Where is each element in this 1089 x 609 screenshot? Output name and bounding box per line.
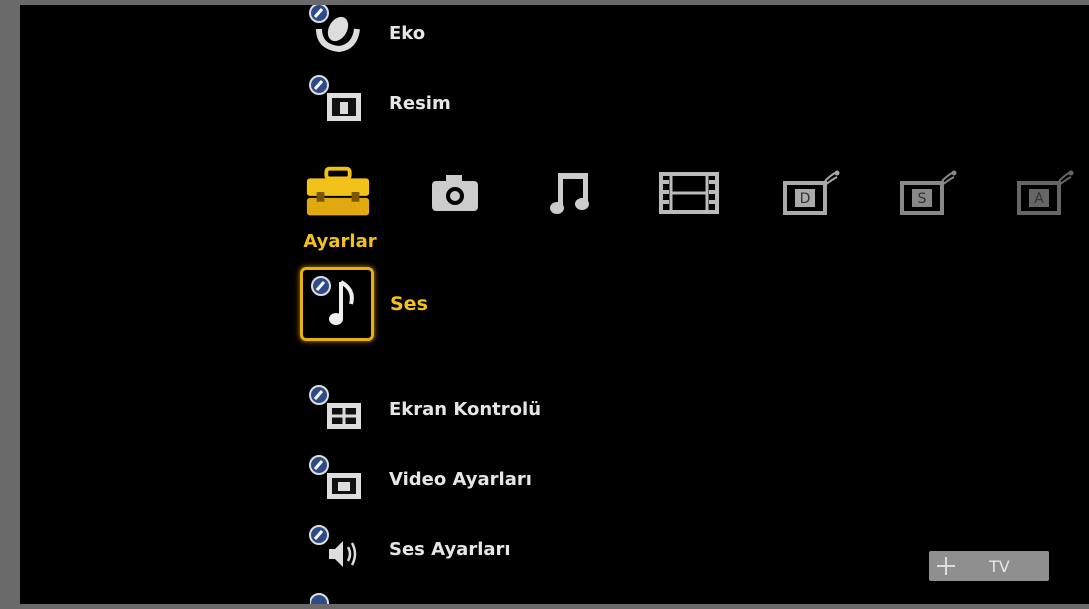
picture-icon (305, 75, 365, 131)
menu-item-label: Eko (389, 22, 426, 44)
analog-label: A (1034, 191, 1044, 207)
menu-item-label: Ekran Kontrolü (389, 398, 542, 420)
category-digital[interactable]: D (776, 163, 846, 223)
tv-menu-screen: Eko Resim D S A Ayarlar Ses Ekran Kontro… (20, 5, 1089, 604)
dpad-icon (937, 557, 955, 575)
menu-item-label: Ses Ayarları (389, 538, 511, 560)
source-badge-label: TV (989, 556, 1010, 576)
active-category-label: Ayarlar (303, 231, 377, 252)
film-icon (659, 172, 719, 214)
video-settings-icon (305, 451, 365, 507)
digital-label: D (800, 191, 811, 207)
menu-item-video-ayarlari[interactable]: Video Ayarları (305, 451, 532, 507)
next-item-wrench-icon (309, 591, 332, 604)
menu-item-ses-selected[interactable] (300, 267, 374, 341)
category-settings[interactable] (303, 163, 373, 223)
menu-item-ses-ayarlari[interactable]: Ses Ayarları (305, 521, 511, 577)
screen-control-icon (305, 381, 365, 437)
music-note-icon (311, 276, 354, 325)
category-music[interactable] (536, 163, 606, 223)
category-photo[interactable] (420, 163, 490, 223)
camera-icon (432, 175, 478, 211)
selected-item-label: Ses (390, 293, 428, 315)
source-badge: TV (929, 551, 1049, 581)
speaker-icon (305, 521, 365, 577)
menu-item-eko[interactable]: Eko (305, 5, 425, 61)
digital-broadcast-icon: D (783, 170, 840, 215)
menu-item-label: Resim (389, 92, 451, 114)
category-analog[interactable]: A (1010, 163, 1080, 223)
music-icon (550, 173, 589, 214)
satellite-broadcast-icon: S (900, 170, 957, 215)
eco-leaf-icon (305, 5, 365, 61)
analog-broadcast-icon: A (1017, 170, 1074, 215)
menu-item-label: Video Ayarları (389, 468, 532, 490)
settings-toolbox-icon (306, 166, 370, 216)
category-video[interactable] (654, 163, 724, 223)
menu-item-ekran-kontrolu[interactable]: Ekran Kontrolü (305, 381, 541, 437)
category-satellite[interactable]: S (893, 163, 963, 223)
menu-item-resim[interactable]: Resim (305, 75, 451, 131)
satellite-label: S (918, 191, 927, 207)
